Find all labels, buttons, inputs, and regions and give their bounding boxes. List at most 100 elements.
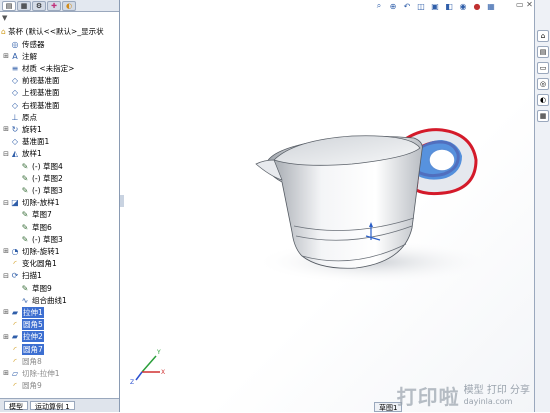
watermark-tagline: 模型 打印 分享 (463, 385, 530, 396)
feature-tree-item[interactable]: ◜ 圆角8 (2, 355, 41, 367)
cut-extrude-icon: ▱ (11, 368, 19, 378)
motion-study-tab[interactable]: 运动算例 1 (30, 401, 75, 411)
sensor-icon: ◎ (11, 39, 19, 49)
watermark-site: dayinla.com (463, 397, 513, 406)
curve-icon: ∿ (21, 295, 29, 305)
feature-label: 拉伸1 (22, 306, 44, 318)
feature-tree-tab[interactable]: ▤ (2, 1, 16, 11)
fillet-icon: ◜ (13, 259, 17, 269)
file-explorer-icon[interactable]: ▭ (537, 62, 549, 74)
display-manager-tab[interactable]: ◐ (62, 1, 76, 11)
fillet-icon: ◜ (13, 320, 17, 330)
feature-label: (-) 草图4 (32, 161, 63, 171)
feature-manager-tabs: ▤ ▦ ⚙ ✚ ◐ (0, 0, 119, 12)
design-library-icon[interactable]: ▤ (537, 46, 549, 58)
feature-tree-item[interactable]: ✎ (-) 草图4 (12, 160, 63, 172)
expand-icon[interactable]: ⊞ (2, 52, 10, 60)
coordinate-triad: Y X Z (130, 349, 165, 386)
feature-tree-item[interactable]: ⊞ ↻ 旋转1 (2, 123, 42, 135)
material-icon: ≡ (11, 63, 19, 73)
collapse-icon[interactable]: ⊟ (2, 199, 10, 207)
view-palette-icon[interactable]: ◎ (537, 78, 549, 90)
svg-text:Y: Y (156, 349, 161, 356)
feature-label: 旋转1 (22, 124, 42, 134)
sketch-icon: ✎ (21, 222, 29, 232)
dimxpert-tab[interactable]: ✚ (47, 1, 61, 11)
feature-tree-item[interactable]: ◎ 传感器 (2, 38, 45, 50)
extrude-icon: ▰ (11, 332, 19, 342)
feature-tree-item[interactable]: ◇ 上视基准面 (2, 87, 60, 99)
sketch-icon: ✎ (21, 210, 29, 220)
window-controls[interactable]: ▭ ✕ (516, 0, 534, 12)
appearances-icon[interactable]: ◐ (537, 94, 549, 106)
expand-icon[interactable]: ⊞ (2, 247, 10, 255)
feature-label: 原点 (22, 112, 37, 122)
feature-tree: ◎ 传感器 ⊞ A 注解 ≡ 材质 <未指定> ◇ 前视基准面 ◇ 上视基准面 ◇ 右视基准面 ⊥ 原点 ⊞ ↻… (0, 22, 119, 398)
feature-label: 草图9 (32, 283, 52, 293)
collapse-icon[interactable]: ⊟ (2, 272, 10, 280)
plane-icon: ◇ (11, 76, 19, 86)
feature-label: 组合曲线1 (32, 295, 67, 305)
feature-label: 圆角7 (22, 343, 44, 355)
feature-tree-item[interactable]: ✎ (-) 草图2 (12, 172, 63, 184)
feature-tree-item[interactable]: ✎ 草图6 (12, 221, 52, 233)
model-canvas: Y X Z (130, 128, 494, 386)
feature-tree-item[interactable]: ◜ 圆角5 (2, 319, 44, 331)
feature-tree-item[interactable]: ⊟ ◭ 放样1 (2, 148, 42, 160)
feature-label: 草图7 (32, 210, 52, 220)
watermark: 打印啦 模型 打印 分享 dayinla.com (397, 381, 530, 410)
sketch-icon: ✎ (21, 185, 29, 195)
bottom-tab-bar: 模型 运动算例 1 (0, 398, 119, 412)
svg-text:Z: Z (130, 379, 134, 386)
collapse-icon[interactable]: ⊟ (2, 150, 10, 158)
feature-tree-item[interactable]: ◜ 圆角9 (2, 380, 42, 392)
plane-icon: ◇ (11, 100, 19, 110)
home-icon[interactable]: ⌂ (537, 30, 549, 42)
feature-tree-item[interactable]: ⊟ ◪ 切除-放样1 (2, 197, 59, 209)
watermark-logo: 打印啦 (396, 385, 460, 409)
feature-label: 切除-拉伸1 (22, 368, 60, 378)
config-manager-tab[interactable]: ⚙ (32, 1, 46, 11)
property-manager-tab[interactable]: ▦ (17, 1, 31, 11)
extrude-icon: ▰ (11, 307, 19, 317)
feature-tree-item[interactable]: ◇ 右视基准面 (2, 99, 60, 111)
feature-label: 草图6 (32, 222, 52, 232)
feature-tree-item[interactable]: ∿ 组合曲线1 (12, 294, 67, 306)
feature-label: 上视基准面 (22, 88, 60, 98)
sketch-icon: ✎ (21, 283, 29, 293)
custom-properties-icon[interactable]: ▦ (537, 110, 549, 122)
feature-tree-item[interactable]: ◇ 前视基准面 (2, 75, 60, 87)
expand-icon[interactable]: ⊞ (2, 308, 10, 316)
feature-tree-item[interactable]: ◜ 变化圆角1 (2, 258, 56, 270)
feature-tree-item[interactable]: ≡ 材质 <未指定> (2, 62, 75, 74)
filter-icon[interactable]: ▼ (2, 14, 7, 22)
feature-tree-item[interactable]: ◇ 基准面1 (2, 136, 49, 148)
expand-icon[interactable]: ⊞ (2, 333, 10, 341)
feature-label: 材质 <未指定> (22, 63, 75, 73)
loft-icon: ◭ (11, 149, 19, 159)
feature-label: 右视基准面 (22, 100, 60, 110)
feature-tree-item[interactable]: ⊞ ▰ 拉伸1 (2, 306, 44, 318)
feature-tree-item[interactable]: ✎ 草图7 (12, 209, 52, 221)
feature-label: 传感器 (22, 39, 45, 49)
feature-tree-item[interactable]: ✎ (-) 草图3 (12, 184, 63, 196)
expand-icon[interactable]: ⊞ (2, 125, 10, 133)
feature-label: 圆角5 (22, 319, 44, 331)
task-pane: ⌂ ▤ ▭ ◎ ◐ ▦ (534, 0, 550, 412)
feature-tree-item[interactable]: ⊞ ◔ 切除-旋转1 (2, 245, 59, 257)
expand-icon[interactable]: ⊞ (2, 369, 10, 377)
feature-tree-item[interactable]: ⊟ ⟳ 扫描1 (2, 270, 42, 282)
feature-tree-item[interactable]: ⊞ ▱ 切除-拉伸1 (2, 367, 59, 379)
feature-tree-item[interactable]: ✎ (-) 草图3 (12, 233, 63, 245)
feature-tree-item[interactable]: ✎ 草图9 (12, 282, 52, 294)
feature-tree-item[interactable]: ◜ 圆角7 (2, 343, 44, 355)
sketch-icon: ✎ (21, 173, 29, 183)
graphics-viewport[interactable]: ⌕ ⊕ ↶ ◫ ▣ ◧ ◉ ● ▦ Y X Z 草图1 打印啦 模型 打印 分享… (124, 0, 534, 412)
feature-tree-item[interactable]: ⊞ A 注解 (2, 50, 37, 62)
fillet-icon: ◜ (13, 356, 17, 366)
sketch-icon: ✎ (21, 161, 29, 171)
model-tab[interactable]: 模型 (4, 401, 28, 411)
feature-tree-item[interactable]: ⊞ ▰ 拉伸2 (2, 331, 44, 343)
feature-tree-item[interactable]: ⊥ 原点 (2, 111, 37, 123)
feature-label: 圆角9 (22, 381, 42, 391)
